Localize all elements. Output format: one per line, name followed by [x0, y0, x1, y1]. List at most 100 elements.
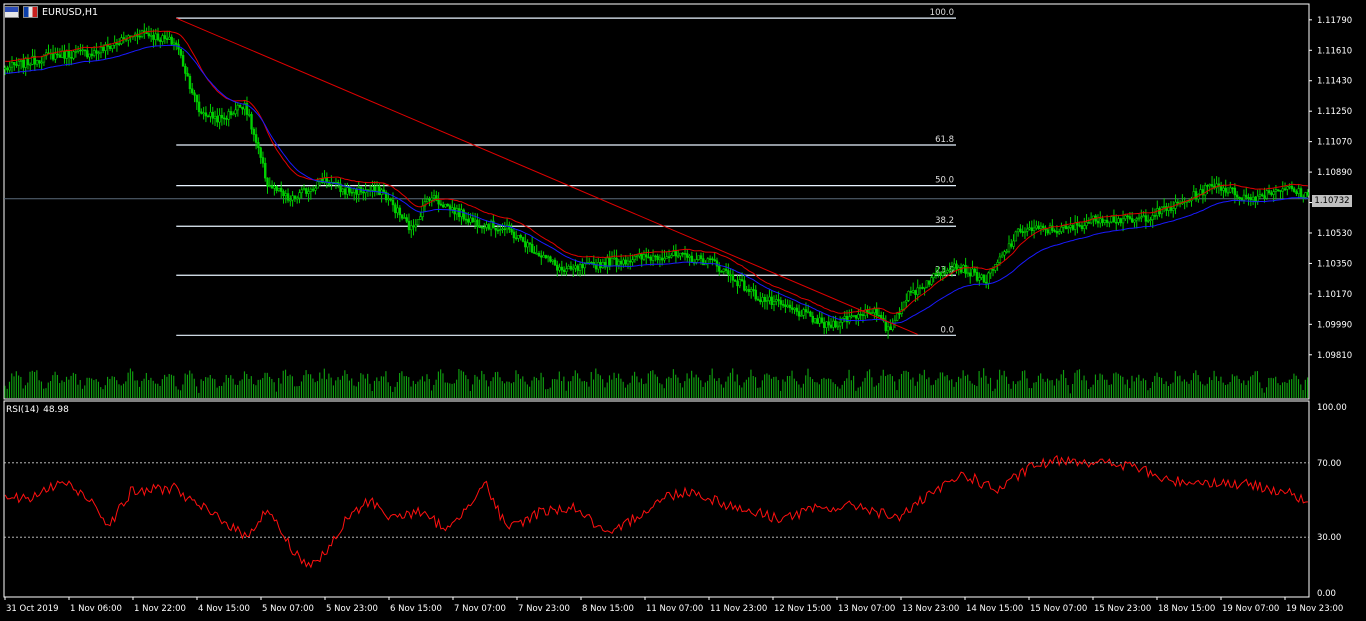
- candle-body: [1169, 206, 1173, 211]
- candle-body: [346, 187, 349, 195]
- volume-bar: [13, 376, 15, 398]
- candle-body: [222, 117, 226, 120]
- volume-bar: [344, 370, 346, 398]
- volume-bar: [88, 377, 90, 398]
- volume-bar: [205, 377, 207, 398]
- volume-bar: [973, 384, 976, 398]
- volume-bar: [419, 379, 421, 398]
- volume-bar: [1145, 380, 1147, 398]
- volume-bar: [811, 379, 814, 398]
- volume-bar: [271, 378, 273, 398]
- volume-bar: [1067, 385, 1069, 398]
- volume-bar: [526, 384, 528, 398]
- volume-bar: [1037, 375, 1039, 398]
- volume-bar: [38, 380, 40, 398]
- volume-bar: [1215, 376, 1217, 398]
- volume-bar: [1161, 377, 1163, 398]
- volume-bar: [490, 381, 492, 398]
- candle-body: [649, 256, 653, 261]
- volume-bar: [63, 381, 65, 398]
- volume-bar: [300, 381, 303, 398]
- candle-body: [927, 280, 931, 285]
- volume-bar: [535, 377, 538, 398]
- volume-bar: [102, 389, 104, 398]
- candle-body: [788, 304, 792, 309]
- time-axis-label: 14 Nov 15:00: [966, 604, 1023, 614]
- volume-bar: [581, 381, 583, 398]
- volume-bar: [513, 382, 515, 398]
- volume-bar: [830, 379, 832, 398]
- time-axis-label: 15 Nov 23:00: [1094, 604, 1151, 614]
- candle-body: [793, 307, 796, 310]
- volume-bar: [125, 381, 127, 398]
- volume-bar: [353, 385, 355, 398]
- rsi-line: [4, 454, 1308, 569]
- candle-body: [378, 185, 381, 195]
- candle-body: [818, 317, 821, 324]
- candle-body: [425, 198, 429, 203]
- candle-body: [29, 64, 32, 66]
- volume-bar: [1208, 377, 1211, 398]
- volume-bar: [1094, 374, 1097, 398]
- volume-bar: [855, 390, 857, 398]
- volume-bar: [481, 370, 483, 398]
- volume-bar: [1300, 384, 1302, 398]
- volume-bar: [312, 378, 314, 398]
- volume-bar: [1177, 376, 1179, 398]
- volume-bar: [748, 377, 750, 398]
- volume-bar: [944, 376, 946, 398]
- candle-body: [953, 263, 956, 269]
- volume-bar: [882, 369, 884, 398]
- volume-bar: [1222, 382, 1224, 398]
- candle-body: [405, 217, 408, 222]
- candle-body: [168, 36, 171, 40]
- volume-bar: [1097, 380, 1099, 398]
- candle-body: [683, 253, 687, 255]
- candle-body: [528, 242, 532, 245]
- volume-bar: [768, 374, 770, 398]
- candle-body: [909, 291, 913, 293]
- volume-bar: [857, 387, 859, 398]
- volume-bar: [310, 374, 312, 398]
- volume-bar: [869, 369, 871, 398]
- volume-bar: [49, 380, 52, 398]
- candle-body: [188, 75, 192, 90]
- candle-body: [930, 277, 933, 285]
- candle-body: [973, 268, 976, 273]
- volume-bar: [1151, 381, 1154, 398]
- candle-body: [111, 44, 114, 49]
- candle-body: [889, 326, 892, 331]
- volume-bar: [150, 377, 152, 398]
- volume-bar: [948, 380, 951, 398]
- volume-bar: [905, 370, 907, 398]
- candle-body: [362, 191, 365, 194]
- candle-body: [966, 272, 970, 275]
- candle-body: [352, 188, 356, 193]
- volume-bar: [752, 376, 754, 398]
- candle-body: [893, 319, 897, 324]
- volume-bar: [1158, 377, 1160, 398]
- volume-bar: [1031, 388, 1033, 398]
- volume-bar: [914, 385, 916, 398]
- candle-body: [530, 243, 534, 253]
- candle-body: [553, 259, 557, 266]
- volume-bar: [385, 371, 387, 398]
- volume-bar: [729, 372, 731, 398]
- volume-bar: [81, 388, 84, 398]
- candle-body: [1096, 220, 1100, 224]
- price-axis-label: 1.11610: [1317, 46, 1352, 56]
- chart-canvas[interactable]: 100.061.850.038.223.60.01.117901.116101.…: [0, 0, 1366, 618]
- volume-bar: [592, 379, 595, 398]
- candle-body: [350, 191, 354, 194]
- candle-body: [460, 209, 463, 218]
- volume-bar: [1238, 379, 1240, 398]
- candle-body: [108, 46, 112, 49]
- volume-bar: [994, 388, 996, 398]
- candle-body: [115, 42, 119, 45]
- volume-bar: [1065, 378, 1067, 398]
- time-axis-label: 5 Nov 23:00: [326, 604, 378, 614]
- price-axis-label: 1.10350: [1317, 259, 1352, 269]
- volume-bar: [1247, 380, 1249, 398]
- volume-bar: [602, 379, 604, 398]
- volume-bar: [862, 381, 864, 398]
